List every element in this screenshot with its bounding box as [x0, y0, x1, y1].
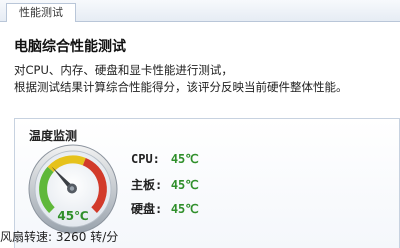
description-line-2: 根据测试结果计算综合性能得分，该评分反映当前硬件整体性能。 — [14, 80, 348, 94]
reading-cpu: CPU: 45℃ — [131, 152, 199, 176]
temperature-readings: CPU: 45℃ 主板: 45℃ 硬盘: 45℃ — [131, 152, 199, 224]
gauge-readout: 45℃ — [57, 209, 88, 223]
temperature-gauge-icon: 45℃ — [28, 144, 118, 234]
fan-speed: 风扇转速: 3260 转/分 — [0, 230, 119, 244]
reading-label-cpu: CPU: — [131, 152, 160, 166]
tab-bar: 性能测试 — [0, 0, 400, 23]
reading-value-cpu: 45℃ — [170, 152, 199, 166]
page-title: 电脑综合性能测试 — [14, 39, 126, 55]
reading-value-disk: 45℃ — [170, 202, 199, 216]
tab-performance-test[interactable]: 性能测试 — [6, 3, 76, 23]
reading-label-disk: 硬盘: — [131, 202, 163, 216]
main-content: 电脑综合性能测试 对CPU、内存、硬盘和显卡性能进行测试， 根据测试结果计算综合… — [0, 22, 400, 248]
reading-disk: 硬盘: 45℃ — [131, 200, 199, 224]
reading-value-motherboard: 45℃ — [170, 178, 199, 192]
description-line-1: 对CPU、内存、硬盘和显卡性能进行测试， — [14, 63, 233, 77]
reading-motherboard: 主板: 45℃ — [131, 176, 199, 200]
description: 对CPU、内存、硬盘和显卡性能进行测试， 根据测试结果计算综合性能得分，该评分反… — [14, 62, 394, 96]
reading-label-motherboard: 主板: — [131, 178, 163, 192]
